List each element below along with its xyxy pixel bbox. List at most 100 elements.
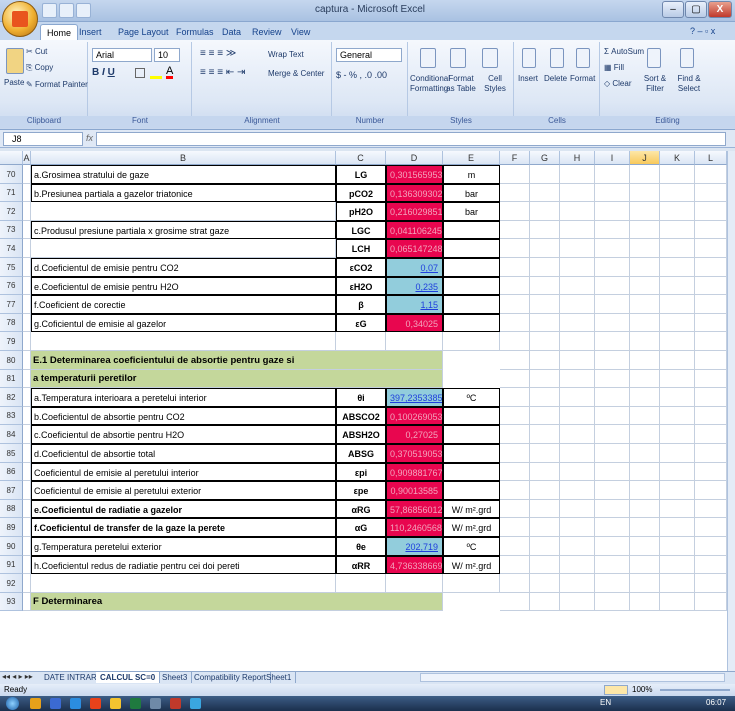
symbol-cell[interactable]: αRG	[336, 500, 386, 518]
cell-h[interactable]	[560, 593, 595, 611]
cell-a[interactable]	[23, 202, 31, 221]
cell-l[interactable]	[695, 239, 727, 258]
symbol-cell[interactable]: LG	[336, 165, 386, 184]
cell-h[interactable]	[560, 370, 595, 388]
cell-i[interactable]	[595, 500, 630, 518]
label-cell[interactable]: b.Coeficientul de absortie pentru CO2	[31, 407, 336, 425]
cell-f[interactable]	[500, 593, 530, 611]
cell-a[interactable]	[23, 351, 31, 370]
language-indicator[interactable]: EN	[600, 698, 611, 707]
cell-g[interactable]	[530, 239, 560, 258]
column-header[interactable]: F	[500, 151, 530, 165]
cell-g[interactable]	[530, 518, 560, 537]
cell-i[interactable]	[595, 239, 630, 258]
row-header[interactable]: 73	[0, 221, 23, 239]
cell-f[interactable]	[500, 351, 530, 370]
symbol-cell[interactable]: θi	[336, 388, 386, 407]
cell-a[interactable]	[23, 277, 31, 295]
row-header[interactable]: 72	[0, 202, 23, 221]
value-cell[interactable]: 0,041106245	[386, 221, 443, 239]
value-cell[interactable]	[386, 574, 443, 593]
value-cell[interactable]: 0,34025	[386, 314, 443, 332]
symbol-cell[interactable]: εH2O	[336, 277, 386, 295]
cell-k[interactable]	[660, 295, 695, 314]
value-cell[interactable]: 0,370519053	[386, 444, 443, 463]
cell-l[interactable]	[695, 537, 727, 556]
bold-button[interactable]: B I U	[92, 68, 115, 78]
cell-a[interactable]	[23, 165, 31, 184]
cell-g[interactable]	[530, 258, 560, 277]
font-size-select[interactable]: 10	[154, 48, 180, 62]
unit-cell[interactable]	[443, 258, 500, 277]
cell-k[interactable]	[660, 277, 695, 295]
tab-page-layout[interactable]: Page Layout	[112, 24, 175, 40]
unit-cell[interactable]: ºC	[443, 388, 500, 407]
delete-cells-icon[interactable]	[550, 48, 564, 68]
cell-l[interactable]	[695, 351, 727, 370]
column-header[interactable]: D	[386, 151, 443, 165]
cell-h[interactable]	[560, 202, 595, 221]
cell-g[interactable]	[530, 481, 560, 500]
unit-cell[interactable]: bar	[443, 184, 500, 202]
cell-k[interactable]	[660, 463, 695, 481]
taskbar-app-icon[interactable]	[170, 698, 181, 709]
tab-review[interactable]: Review	[246, 24, 288, 40]
indent-icons[interactable]: ≡ ≡ ≡ ⇤ ⇥	[200, 68, 245, 78]
taskbar-excel-icon[interactable]	[130, 698, 141, 709]
cell-styles-button[interactable]: Cell Styles	[478, 74, 512, 94]
column-header[interactable]: E	[443, 151, 500, 165]
tab-data[interactable]: Data	[216, 24, 247, 40]
unit-cell[interactable]	[443, 444, 500, 463]
cell-g[interactable]	[530, 407, 560, 425]
cell-k[interactable]	[660, 184, 695, 202]
row-header[interactable]: 89	[0, 518, 23, 537]
cell-h[interactable]	[560, 574, 595, 593]
section-heading-cell[interactable]: E.1 Determinarea coeficientului de absor…	[31, 351, 443, 370]
label-cell[interactable]	[31, 239, 336, 258]
cell-f[interactable]	[500, 184, 530, 202]
cell-i[interactable]	[595, 202, 630, 221]
unit-cell[interactable]	[443, 574, 500, 593]
symbol-cell[interactable]: αRR	[336, 556, 386, 574]
cell-h[interactable]	[560, 518, 595, 537]
value-cell[interactable]: 0,301565953	[386, 165, 443, 184]
row-header[interactable]: 77	[0, 295, 23, 314]
cell-i[interactable]	[595, 425, 630, 444]
column-header[interactable]: I	[595, 151, 630, 165]
row-header[interactable]: 85	[0, 444, 23, 463]
cell-k[interactable]	[660, 388, 695, 407]
cell-f[interactable]	[500, 295, 530, 314]
label-cell[interactable]	[31, 332, 336, 351]
fx-icon[interactable]: fx	[86, 133, 93, 143]
cell-f[interactable]	[500, 556, 530, 574]
cell-f[interactable]	[500, 500, 530, 518]
cell-f[interactable]	[500, 239, 530, 258]
unit-cell[interactable]: W/ m².grd	[443, 518, 500, 537]
cell-h[interactable]	[560, 314, 595, 332]
cell-h[interactable]	[560, 407, 595, 425]
cell-i[interactable]	[595, 444, 630, 463]
merge-center-button[interactable]: Merge & Center	[268, 69, 324, 79]
cell-a[interactable]	[23, 556, 31, 574]
cell-h[interactable]	[560, 388, 595, 407]
cell-f[interactable]	[500, 258, 530, 277]
value-cell[interactable]: 110,2460568	[386, 518, 443, 537]
label-cell[interactable]: g.Coficientul de emisie al gazelor	[31, 314, 336, 332]
cell-g[interactable]	[530, 593, 560, 611]
cell-h[interactable]	[560, 463, 595, 481]
symbol-cell[interactable]: εG	[336, 314, 386, 332]
row-header[interactable]: 76	[0, 277, 23, 295]
label-cell[interactable]	[31, 574, 336, 593]
format-button[interactable]: Format	[570, 74, 595, 84]
cell-g[interactable]	[530, 332, 560, 351]
cell-j[interactable]	[630, 221, 660, 239]
value-cell[interactable]: 0,136309302	[386, 184, 443, 202]
cell-l[interactable]	[695, 463, 727, 481]
row-header[interactable]: 93	[0, 593, 23, 611]
cell-g[interactable]	[530, 370, 560, 388]
cell-j[interactable]	[630, 370, 660, 388]
copy-button[interactable]: ⎘ Copy	[26, 63, 53, 73]
unit-cell[interactable]	[443, 463, 500, 481]
cell-styles-icon[interactable]	[482, 48, 498, 68]
cell-l[interactable]	[695, 444, 727, 463]
